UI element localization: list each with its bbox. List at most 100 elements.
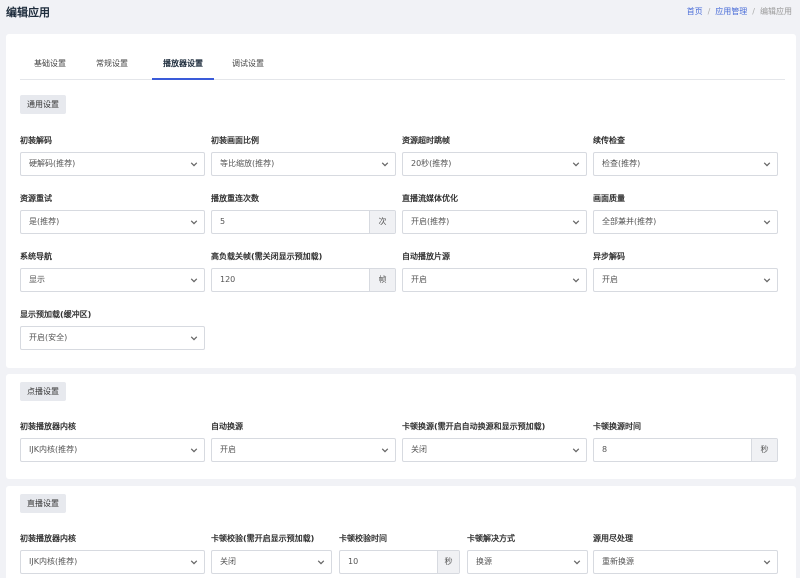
chevron-down-icon: [381, 160, 389, 168]
input-unit-suffix: 秒: [751, 439, 777, 461]
select-value: 关闭: [220, 557, 236, 566]
chevron-down-icon: [572, 218, 580, 226]
select-field[interactable]: 开启: [593, 268, 778, 292]
live-settings-card: 直播设置 初装播放器内核 IJK内核(推荐) 卡顿校验(需开启显示预加载) 关闭 卡顿校…: [6, 486, 796, 578]
field-label: 播放重连次数: [211, 194, 259, 203]
select-field[interactable]: 开启(安全): [20, 326, 205, 350]
field-label: 卡顿换源(需开启自动换源和显示预加载): [402, 422, 546, 431]
chevron-down-icon: [190, 334, 198, 342]
field-label: 系统导航: [20, 252, 52, 261]
select-field[interactable]: 换源: [467, 550, 588, 574]
field-label: 资源重试: [20, 194, 52, 203]
field-label: 异步解码: [593, 252, 625, 261]
select-value: 20秒(推荐): [411, 159, 452, 168]
tab-basic[interactable]: 基础设置: [34, 54, 66, 80]
field-label: 初装解码: [20, 136, 52, 145]
number-input[interactable]: 8秒: [593, 438, 778, 462]
chevron-down-icon: [572, 160, 580, 168]
select-value: 换源: [476, 557, 492, 566]
field-label: 初装画面比例: [211, 136, 259, 145]
select-field[interactable]: 重新换源: [593, 550, 778, 574]
number-input[interactable]: 5次: [211, 210, 396, 234]
select-field[interactable]: 开启: [402, 268, 587, 292]
select-field[interactable]: 全部兼并(推荐): [593, 210, 778, 234]
field-label: 高负载关帧(需关闭显示预加载): [211, 252, 323, 261]
number-input[interactable]: 120 帧: [211, 268, 396, 292]
live-section-button[interactable]: 直播设置: [20, 494, 66, 513]
select-field[interactable]: 开启(推荐): [402, 210, 587, 234]
chevron-down-icon: [573, 558, 581, 566]
field-label: 源用尽处理: [593, 534, 633, 543]
input-unit-suffix: 帧: [369, 269, 395, 291]
input-unit-suffix: 次: [369, 211, 395, 233]
breadcrumb-separator: /: [752, 7, 755, 16]
breadcrumb-current: 编辑应用: [760, 7, 792, 16]
tab-debug[interactable]: 调试设置: [232, 54, 264, 80]
vod-settings-card: 点播设置 初装播放器内核 IJK内核(推荐) 自动换源开启 卡顿换源(需开启自动换源和…: [6, 374, 796, 479]
select-value: 开启: [220, 445, 236, 454]
breadcrumb-app-manage-link[interactable]: 应用管理: [715, 6, 747, 17]
field-label: 初装播放器内核: [20, 534, 76, 543]
chevron-down-icon: [190, 558, 198, 566]
select-field[interactable]: 20秒(推荐): [402, 152, 587, 176]
select-value: 开启(推荐): [411, 217, 450, 226]
page-title: 编辑应用: [6, 6, 50, 19]
select-field[interactable]: 关闭: [402, 438, 587, 462]
chevron-down-icon: [763, 558, 771, 566]
field-label: 卡顿换源时间: [593, 422, 641, 431]
chevron-down-icon: [381, 446, 389, 454]
select-value: 等比缩放(推荐): [220, 159, 275, 168]
vod-section-button[interactable]: 点播设置: [20, 382, 66, 401]
select-field[interactable]: IJK内核(推荐): [20, 438, 205, 462]
chevron-down-icon: [572, 446, 580, 454]
breadcrumb-separator: /: [707, 7, 711, 16]
chevron-down-icon: [190, 276, 198, 284]
select-field[interactable]: 等比缩放(推荐): [211, 152, 396, 176]
field-label: 资源超时跳帧: [402, 136, 450, 145]
select-value: 是(推荐): [29, 217, 60, 226]
field-label: 续传检查: [593, 136, 625, 145]
input-value: 120: [220, 275, 236, 284]
select-field[interactable]: 显示: [20, 268, 205, 292]
select-value: 检查(推荐): [602, 159, 641, 168]
field-label: 显示预加载(缓冲区): [20, 310, 92, 319]
select-field[interactable]: 硬解码(推荐): [20, 152, 205, 176]
field-label: 自动播放片源: [402, 252, 450, 261]
breadcrumb-home-link[interactable]: 首页: [687, 6, 703, 17]
field-label: 初装播放器内核: [20, 422, 76, 431]
input-value: 5: [220, 217, 226, 226]
select-field[interactable]: 是(推荐): [20, 210, 205, 234]
select-value: 硬解码(推荐): [29, 159, 76, 168]
chevron-down-icon: [572, 276, 580, 284]
chevron-down-icon: [190, 160, 198, 168]
chevron-down-icon: [190, 446, 198, 454]
field-label: 直播流媒体优化: [402, 194, 458, 203]
number-input[interactable]: 10 秒: [339, 550, 460, 574]
select-value: IJK内核(推荐): [29, 445, 78, 454]
chevron-down-icon: [317, 558, 325, 566]
general-settings-card: 基础设置 常规设置 播放器设置 调试设置 通用设置 初装解码硬解码(推荐) 初装画…: [6, 34, 796, 368]
select-field[interactable]: 开启: [211, 438, 396, 462]
select-value: 重新换源: [602, 557, 634, 566]
select-value: 开启: [411, 275, 427, 284]
tab-player[interactable]: 播放器设置: [152, 54, 214, 80]
field-label: 卡顿校验(需开启显示预加载): [211, 534, 315, 543]
settings-tabs: 基础设置 常规设置 播放器设置 调试设置: [20, 54, 785, 80]
select-value: 开启(安全): [29, 333, 68, 342]
chevron-down-icon: [190, 218, 198, 226]
select-value: 显示: [29, 275, 45, 284]
general-section-button[interactable]: 通用设置: [20, 95, 66, 114]
field-label: 画面质量: [593, 194, 625, 203]
select-field[interactable]: 检查(推荐): [593, 152, 778, 176]
select-field[interactable]: 关闭: [211, 550, 332, 574]
field-label: 卡顿解决方式: [467, 534, 515, 543]
select-field[interactable]: IJK内核(推荐): [20, 550, 205, 574]
breadcrumb: 首页 / 应用管理 / 编辑应用: [687, 6, 792, 17]
chevron-down-icon: [763, 160, 771, 168]
input-value: 8: [602, 445, 608, 454]
chevron-down-icon: [763, 218, 771, 226]
input-unit-suffix: 秒: [437, 551, 459, 573]
field-label: 卡顿校验时间: [339, 534, 387, 543]
tab-common[interactable]: 常规设置: [96, 54, 128, 80]
field-label: 自动换源: [211, 422, 243, 431]
